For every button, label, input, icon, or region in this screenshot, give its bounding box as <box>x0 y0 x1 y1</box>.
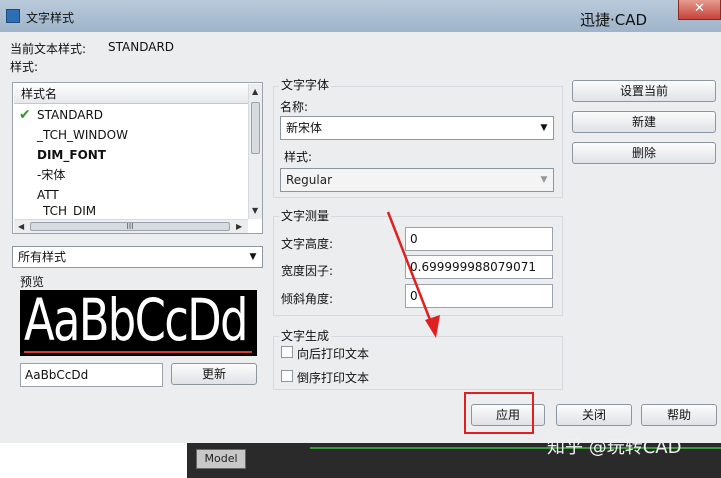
annotation-arrow-line <box>386 211 434 326</box>
apply-highlight-box <box>464 392 534 434</box>
text-style-dialog: 文字样式 迅捷·CAD ✕ 当前文本样式: STANDARD 样式: 样式名 ✔… <box>0 0 721 478</box>
watermark-text: 知乎 @玩转CAD <box>547 437 682 458</box>
model-tab[interactable]: Model <box>196 449 246 469</box>
annotation-arrow-head <box>425 315 440 338</box>
annotation-overlay <box>386 211 534 434</box>
